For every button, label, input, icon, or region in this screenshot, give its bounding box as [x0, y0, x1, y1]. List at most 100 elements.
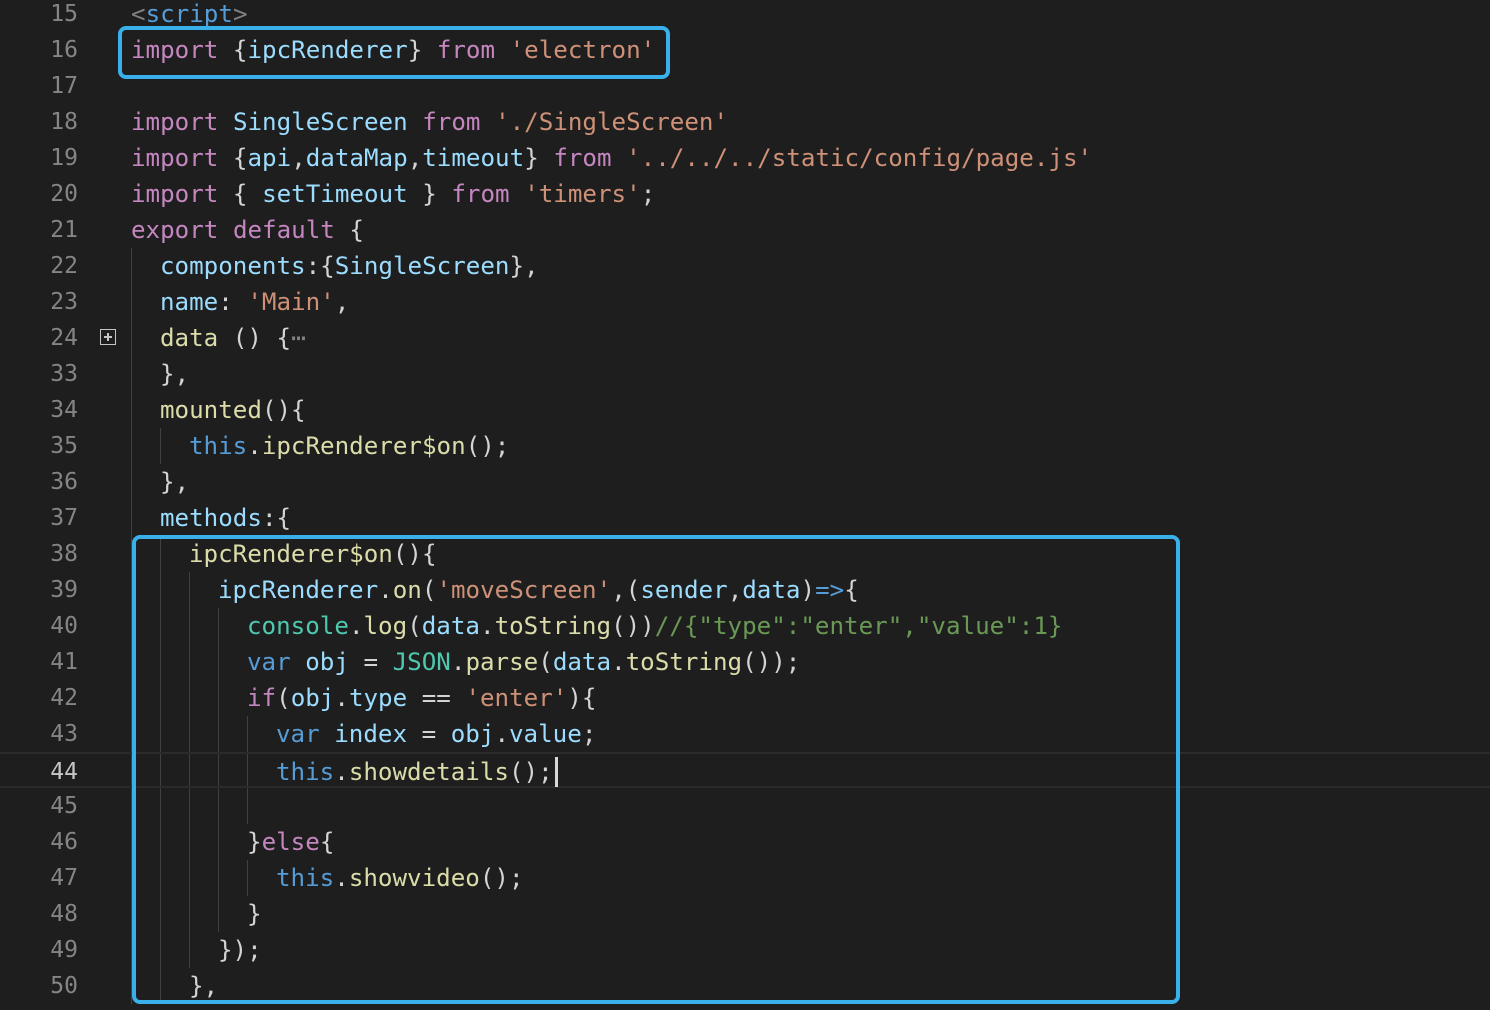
code-line[interactable]: 24 data () {⋯ [0, 320, 1490, 356]
code-token: < [131, 0, 146, 28]
code-token: :{ [261, 504, 292, 532]
code-token: }, [160, 468, 190, 496]
code-token: script [145, 0, 233, 28]
code-token: { [218, 144, 248, 172]
code-token: this [189, 432, 248, 460]
code-token: import [131, 144, 219, 172]
code-line[interactable]: 36}, [0, 464, 1490, 500]
code-token: } [407, 180, 452, 208]
code-token: ⋯ [291, 324, 306, 352]
code-text: mounted(){ [160, 392, 306, 428]
code-line[interactable]: 33}, [0, 356, 1490, 392]
line-number: 48 [50, 901, 78, 927]
code-line[interactable]: 19 import {api,dataMap,timeout} from '../… [0, 140, 1490, 176]
code-token: mounted [160, 396, 262, 424]
code-line[interactable]: 21 export default { [0, 212, 1490, 248]
code-token: > [232, 0, 248, 28]
line-number: 33 [50, 361, 78, 387]
code-token: (){ [261, 396, 306, 424]
code-token: import [131, 180, 219, 208]
code-token: }, [160, 360, 190, 388]
line-number: 24 [50, 325, 78, 351]
code-token: SingleScreen [232, 108, 408, 136]
line-number: 44 [50, 759, 78, 785]
code-text: export default { [131, 212, 364, 248]
line-number: 35 [50, 433, 78, 459]
code-token: . [247, 432, 262, 460]
code-token: dataMap [305, 144, 408, 172]
import-highlight-box [118, 26, 670, 79]
code-token: from [451, 180, 510, 208]
code-line[interactable]: 34 mounted(){ [0, 392, 1490, 428]
line-number: 20 [50, 181, 78, 207]
code-token: { [218, 180, 263, 208]
code-token: '../../../static/config/page.js' [626, 144, 1093, 172]
line-number: 47 [50, 865, 78, 891]
code-token: { [334, 216, 364, 244]
code-token: api [247, 144, 292, 172]
line-number: 38 [50, 541, 78, 567]
code-token: name [160, 288, 219, 316]
code-text: import SingleScreen from './SingleScreen… [131, 104, 728, 140]
code-token: export [131, 216, 219, 244]
code-token: , [407, 144, 423, 172]
code-token: () { [218, 324, 292, 352]
code-token: }, [509, 252, 539, 280]
code-line[interactable]: 23 name: 'Main', [0, 284, 1490, 320]
code-token: 'timers' [524, 180, 641, 208]
line-number: 16 [50, 37, 78, 63]
line-number: 15 [50, 1, 78, 27]
code-editor[interactable]: 15 <script> 16 import {ipcRenderer} from 'e… [0, 0, 1490, 1010]
code-text: }, [160, 464, 189, 500]
code-text: import { setTimeout } from 'timers'; [131, 176, 655, 212]
code-token: :{ [305, 252, 335, 280]
line-number: 39 [50, 577, 78, 603]
code-line[interactable]: 35 this.ipcRenderer$on(); [0, 428, 1490, 464]
code-token: ; [640, 180, 656, 208]
code-token: from [553, 144, 612, 172]
line-number: 36 [50, 469, 78, 495]
code-token: setTimeout [262, 180, 408, 208]
code-line[interactable]: 37 methods:{ [0, 500, 1490, 536]
line-number: 37 [50, 505, 78, 531]
code-token: , [334, 288, 350, 316]
line-number: 43 [50, 721, 78, 747]
code-line[interactable]: 22 components:{SingleScreen}, [0, 248, 1490, 284]
code-token: , [291, 144, 306, 172]
line-number: 49 [50, 937, 78, 963]
code-token: ipcRenderer$on [261, 432, 466, 460]
code-token: : [218, 288, 248, 316]
method-highlight-box [132, 535, 1180, 1004]
line-number: 50 [50, 973, 78, 999]
code-token: } [524, 144, 554, 172]
plus-square-icon[interactable] [100, 329, 116, 345]
line-number: 19 [50, 145, 78, 171]
code-token: data [160, 324, 219, 352]
code-token: timeout [422, 144, 525, 172]
line-number: 42 [50, 685, 78, 711]
line-number: 41 [50, 649, 78, 675]
line-number: 46 [50, 829, 78, 855]
line-number: 23 [50, 289, 78, 315]
code-token: SingleScreen [334, 252, 510, 280]
code-line[interactable]: 20 import { setTimeout } from 'timers'; [0, 176, 1490, 212]
code-text: methods:{ [160, 500, 291, 536]
code-text: }, [160, 356, 189, 392]
code-text: import {api,dataMap,timeout} from '../..… [131, 140, 1092, 176]
code-token: import [131, 108, 219, 136]
line-number: 17 [50, 73, 78, 99]
code-token: './SingleScreen' [495, 108, 729, 136]
line-number: 34 [50, 397, 78, 423]
code-line[interactable]: 18 import SingleScreen from './SingleScre… [0, 104, 1490, 140]
code-token: default [232, 216, 335, 244]
code-token: 'Main' [247, 288, 335, 316]
code-token: components [160, 252, 306, 280]
code-text: components:{SingleScreen}, [160, 248, 539, 284]
code-token: methods [160, 504, 262, 532]
